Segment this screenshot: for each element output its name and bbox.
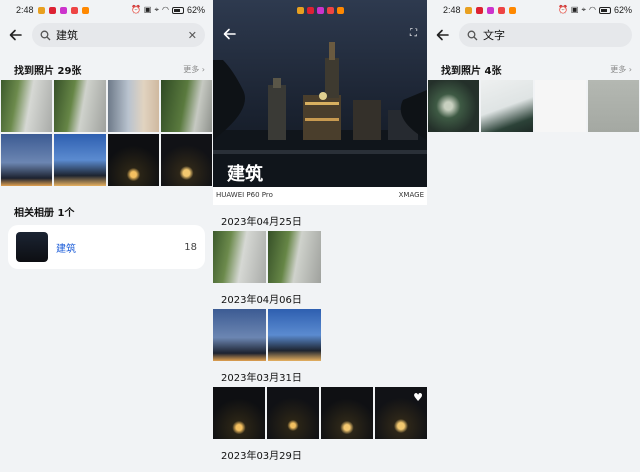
photo-thumbnail[interactable]	[213, 231, 266, 283]
album-card[interactable]: 建筑 18	[8, 225, 205, 269]
battery-level: 62%	[186, 5, 205, 15]
battery-icon	[171, 6, 184, 14]
wifi-icon: ◠	[162, 5, 169, 14]
photo-thumbnail[interactable]	[267, 387, 319, 439]
nfc-icon: ▣	[570, 5, 579, 14]
photo-thumbnail[interactable]	[321, 387, 373, 439]
status-time: 2:48	[443, 5, 461, 15]
photos-count-label: 找到照片 29张	[14, 65, 82, 77]
photo-thumbnail[interactable]	[534, 80, 586, 132]
photos-count-label: 找到照片 4张	[441, 65, 502, 77]
battery-icon	[598, 6, 611, 14]
photo-thumbnail[interactable]	[54, 134, 106, 186]
photo-thumbnail[interactable]	[1, 134, 53, 186]
album-name: 建筑	[56, 243, 76, 255]
date-header: 2023年04月25日	[221, 217, 302, 228]
back-button[interactable]	[435, 27, 451, 43]
photo-timeline: 2023年04月25日 2023年04月06日 2023年03月31日 ♥ 20…	[213, 205, 427, 465]
chevron-right-icon: ›	[628, 64, 632, 74]
location-icon: ⌖	[581, 5, 586, 14]
battery-level: 62%	[613, 5, 632, 15]
photo-thumbnail[interactable]	[160, 80, 212, 132]
brand-right: XMAGE	[398, 191, 424, 199]
search-field[interactable]: 建筑 ✕	[32, 23, 205, 47]
search-field[interactable]: 文字	[459, 23, 632, 47]
album-title: 建筑	[227, 164, 263, 185]
photo-row: ♥	[213, 387, 427, 439]
photo-thumbnail[interactable]	[160, 134, 212, 186]
notification-icon	[475, 6, 483, 14]
photo-thumbnail[interactable]	[268, 309, 321, 361]
photos-section-header: 找到照片 29张 更多 ›	[0, 58, 213, 80]
photo-thumbnail[interactable]	[54, 80, 106, 132]
status-bar: 2:48 ⏰ ▣ ⌖ ◠ 62%	[427, 0, 640, 20]
search-icon	[467, 30, 478, 40]
expand-icon[interactable]: ⛶	[410, 28, 417, 39]
date-header: 2023年03月31日	[221, 373, 302, 384]
photo-row	[213, 231, 427, 283]
brand-left: HUAWEI P60 Pro	[216, 191, 273, 199]
photo-grid	[0, 80, 213, 186]
chevron-right-icon: ›	[201, 64, 205, 74]
more-button[interactable]: 更多 ›	[183, 64, 205, 75]
photo-thumbnail[interactable]	[587, 80, 639, 132]
clear-icon[interactable]: ✕	[188, 29, 197, 42]
photo-thumbnail[interactable]	[428, 80, 480, 132]
notification-icon	[48, 6, 56, 14]
search-input[interactable]: 建筑	[56, 27, 183, 43]
search-toolbar: 文字	[427, 20, 640, 50]
heart-icon[interactable]: ♥	[413, 391, 423, 404]
photo-thumbnail[interactable]	[213, 309, 266, 361]
more-button[interactable]: 更多 ›	[610, 64, 632, 75]
notification-icon	[497, 6, 505, 14]
location-icon: ⌖	[154, 5, 159, 14]
photo-row	[213, 309, 427, 361]
photo-thumbnail[interactable]	[107, 80, 159, 132]
search-results-screen-architecture: 2:48 ⏰ ▣ ⌖ ◠ 62% 建筑 ✕ 找到照片 29张 更多 › 相关相册…	[0, 0, 213, 472]
notification-icon	[59, 6, 67, 14]
photo-grid	[427, 80, 640, 132]
photo-thumbnail[interactable]	[213, 387, 265, 439]
back-arrow-icon	[223, 28, 236, 40]
notification-icon	[508, 6, 516, 14]
photo-thumbnail[interactable]	[1, 80, 53, 132]
album-detail-screen: ⛶ 建筑 HUAWEI P60 Pro XMAGE 2023年04月25日 20…	[213, 0, 427, 472]
nfc-icon: ▣	[143, 5, 152, 14]
wifi-icon: ◠	[589, 5, 596, 14]
camera-watermark: HUAWEI P60 Pro XMAGE	[213, 187, 427, 205]
photo-thumbnail[interactable]	[107, 134, 159, 186]
search-toolbar: 建筑 ✕	[0, 20, 213, 50]
album-cover	[16, 232, 48, 262]
status-time: 2:48	[16, 5, 34, 15]
alarm-icon: ⏰	[557, 5, 568, 14]
photo-thumbnail[interactable]	[481, 80, 533, 132]
back-button[interactable]	[223, 26, 237, 45]
albums-section-header: 相关相册 1个	[14, 208, 75, 219]
album-count: 18	[184, 241, 197, 253]
notification-icon	[70, 6, 78, 14]
date-header: 2023年03月29日	[221, 451, 302, 462]
photos-section-header: 找到照片 4张 更多 ›	[427, 58, 640, 80]
search-icon	[40, 30, 51, 40]
back-arrow-icon	[436, 29, 449, 41]
back-arrow-icon	[9, 29, 22, 41]
notification-icon	[464, 6, 472, 14]
back-button[interactable]	[8, 27, 24, 43]
notification-icon	[37, 6, 45, 14]
notification-icon	[81, 6, 89, 14]
date-header: 2023年04月06日	[221, 295, 302, 306]
notification-icon	[486, 6, 494, 14]
photo-thumbnail[interactable]: ♥	[375, 387, 427, 439]
photo-thumbnail[interactable]	[268, 231, 321, 283]
album-hero-image: ⛶ 建筑 HUAWEI P60 Pro XMAGE	[213, 0, 427, 205]
status-bar: 2:48 ⏰ ▣ ⌖ ◠ 62%	[0, 0, 213, 20]
search-input[interactable]: 文字	[483, 27, 624, 43]
search-results-screen-text: 2:48 ⏰ ▣ ⌖ ◠ 62% 文字 找到照片 4张 更多 ›	[427, 0, 640, 472]
alarm-icon: ⏰	[130, 5, 141, 14]
